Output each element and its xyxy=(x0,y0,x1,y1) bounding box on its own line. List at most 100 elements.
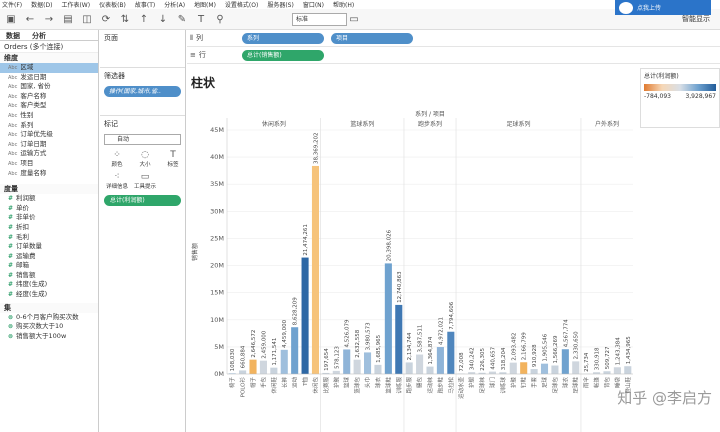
menu-item[interactable]: 服务器(S) xyxy=(267,0,294,9)
bar[interactable] xyxy=(603,371,611,374)
bar[interactable] xyxy=(259,360,267,374)
detail-button[interactable]: ⁖ 详细信息 xyxy=(104,171,130,191)
field-item[interactable]: ⊚ 0-6个月客户购买次数 xyxy=(0,313,98,323)
datasource-item[interactable]: Orders (多个连接) xyxy=(0,41,98,53)
bar[interactable] xyxy=(280,349,288,374)
bar[interactable] xyxy=(561,349,569,374)
field-item[interactable]: Abc 订单日期 xyxy=(0,140,98,150)
show-me-button[interactable]: 智能显示 xyxy=(682,14,710,24)
tooltip-button[interactable]: ▭ 工具提示 xyxy=(132,171,158,191)
fit-select[interactable]: 标准 xyxy=(292,12,347,26)
menu-item[interactable]: 窗口(N) xyxy=(303,0,324,9)
bar[interactable] xyxy=(405,362,413,374)
column-pill-item[interactable]: 项目 xyxy=(331,32,413,44)
field-item[interactable]: # 单价 xyxy=(0,204,98,214)
filter-pill[interactable]: 操作(国家,城市,省.. xyxy=(104,86,181,97)
bar[interactable] xyxy=(374,364,382,374)
row-pill-sales[interactable]: 总计(销售额) xyxy=(242,49,324,61)
color-button[interactable]: ⁘ 颜色 xyxy=(104,149,130,169)
bar[interactable] xyxy=(551,365,559,374)
field-item[interactable]: # 纬度(生成) xyxy=(0,280,98,290)
bar[interactable] xyxy=(301,257,309,374)
menu-item[interactable]: 地图(M) xyxy=(194,0,216,9)
bar[interactable] xyxy=(488,371,497,374)
mark-type-select[interactable]: 自动 xyxy=(104,134,181,145)
label-icon[interactable]: T xyxy=(194,12,208,26)
bar[interactable] xyxy=(353,359,361,374)
field-item[interactable]: # 毛利 xyxy=(0,233,98,243)
bar[interactable] xyxy=(270,367,278,374)
field-item[interactable]: # 订单数量 xyxy=(0,242,98,252)
bar[interactable] xyxy=(520,362,528,374)
field-item[interactable]: Abc 系列 xyxy=(0,121,98,131)
menu-item[interactable]: 设置格式(O) xyxy=(225,0,258,9)
size-button[interactable]: ◌ 大小 xyxy=(132,149,158,169)
pages-card[interactable]: 页面 xyxy=(100,30,185,68)
field-item[interactable]: Abc 运输方式 xyxy=(0,149,98,159)
field-item[interactable]: Abc 发运日期 xyxy=(0,73,98,83)
bar[interactable] xyxy=(384,263,392,374)
field-item[interactable]: ⊚ 销售额大于100w xyxy=(0,332,98,342)
columns-shelf[interactable]: ⫴ 列 系列 项目 xyxy=(187,30,720,47)
bar[interactable] xyxy=(249,359,257,374)
new-sheet-icon[interactable]: ▤ xyxy=(61,12,75,26)
bar[interactable] xyxy=(436,347,444,374)
bar[interactable] xyxy=(447,331,455,374)
bar[interactable] xyxy=(332,370,340,374)
field-item[interactable]: Abc 订单优先级 xyxy=(0,130,98,140)
bar[interactable] xyxy=(363,352,372,374)
label-button[interactable]: T 标签 xyxy=(160,149,186,169)
sort-desc-icon[interactable]: ↓ xyxy=(156,12,170,26)
bar[interactable] xyxy=(416,354,424,374)
field-item[interactable]: # 非单价 xyxy=(0,213,98,223)
pin-icon[interactable]: ⚲ xyxy=(213,12,227,26)
field-item[interactable]: Abc 客户名称 xyxy=(0,92,98,102)
cloud-upload-button[interactable]: 点我上传 xyxy=(615,0,711,15)
field-item[interactable]: Abc 项目 xyxy=(0,159,98,169)
menu-item[interactable]: 分析(A) xyxy=(164,0,185,9)
field-item[interactable]: Abc 客户类型 xyxy=(0,101,98,111)
field-item[interactable]: # 经度(生成) xyxy=(0,290,98,300)
bar[interactable] xyxy=(540,363,549,374)
field-item[interactable]: Abc 性别 xyxy=(0,111,98,121)
field-item[interactable]: # 运输费 xyxy=(0,252,98,262)
save-icon[interactable]: ▣ xyxy=(4,12,18,26)
bar[interactable] xyxy=(343,349,351,374)
color-legend[interactable]: 总计(利润额) -784,093 3,928,967 xyxy=(640,68,720,128)
menu-item[interactable]: 故事(T) xyxy=(135,0,155,9)
rows-shelf[interactable]: ≡ 行 总计(销售额) xyxy=(187,47,720,64)
bar[interactable] xyxy=(291,327,299,374)
bar[interactable] xyxy=(624,366,632,374)
bar-chart[interactable]: 系列 / 项目销售额 0M 5M 10M 15M 20M 25M 30M 35M 40M 45M 休闲… xyxy=(187,108,637,432)
menu-item[interactable]: 文件(F) xyxy=(2,0,22,9)
tab-data[interactable]: 数据 xyxy=(0,30,26,40)
forward-arrow-icon[interactable]: → xyxy=(42,12,56,26)
column-pill-series[interactable]: 系列 xyxy=(242,32,324,44)
menu-item[interactable]: 仪表板(B) xyxy=(99,0,126,9)
bar[interactable] xyxy=(239,370,247,374)
marks-profit-pill[interactable]: 总计(利润额) xyxy=(104,195,181,206)
field-item[interactable]: ⊚ 购买次数大于10 xyxy=(0,322,98,332)
bar[interactable] xyxy=(395,304,403,374)
field-item[interactable]: # 销售额 xyxy=(0,271,98,281)
swap-icon[interactable]: ⇅ xyxy=(118,12,132,26)
menu-item[interactable]: 帮助(H) xyxy=(333,0,354,9)
tab-analysis[interactable]: 分析 xyxy=(26,30,52,40)
field-item[interactable]: # 邮箱 xyxy=(0,261,98,271)
bar[interactable] xyxy=(613,367,621,374)
sort-asc-icon[interactable]: ↑ xyxy=(137,12,151,26)
field-item[interactable]: Abc 国家, 省份 xyxy=(0,82,98,92)
menu-item[interactable]: 工作表(W) xyxy=(61,0,90,9)
refresh-icon[interactable]: ⟳ xyxy=(99,12,113,26)
bar[interactable] xyxy=(509,362,517,374)
filters-card[interactable]: 筛选器 操作(国家,城市,省.. xyxy=(100,68,185,116)
bar[interactable] xyxy=(311,165,320,374)
bar[interactable] xyxy=(530,369,538,374)
highlight-icon[interactable]: ✎ xyxy=(175,12,189,26)
field-item[interactable]: Abc 度量名称 xyxy=(0,169,98,179)
present-icon[interactable]: ▭ xyxy=(347,12,361,26)
field-item[interactable]: Abc 区域 xyxy=(0,63,98,73)
back-arrow-icon[interactable]: ← xyxy=(23,12,37,26)
duplicate-icon[interactable]: ◫ xyxy=(80,12,94,26)
field-item[interactable]: # 折扣 xyxy=(0,223,98,233)
